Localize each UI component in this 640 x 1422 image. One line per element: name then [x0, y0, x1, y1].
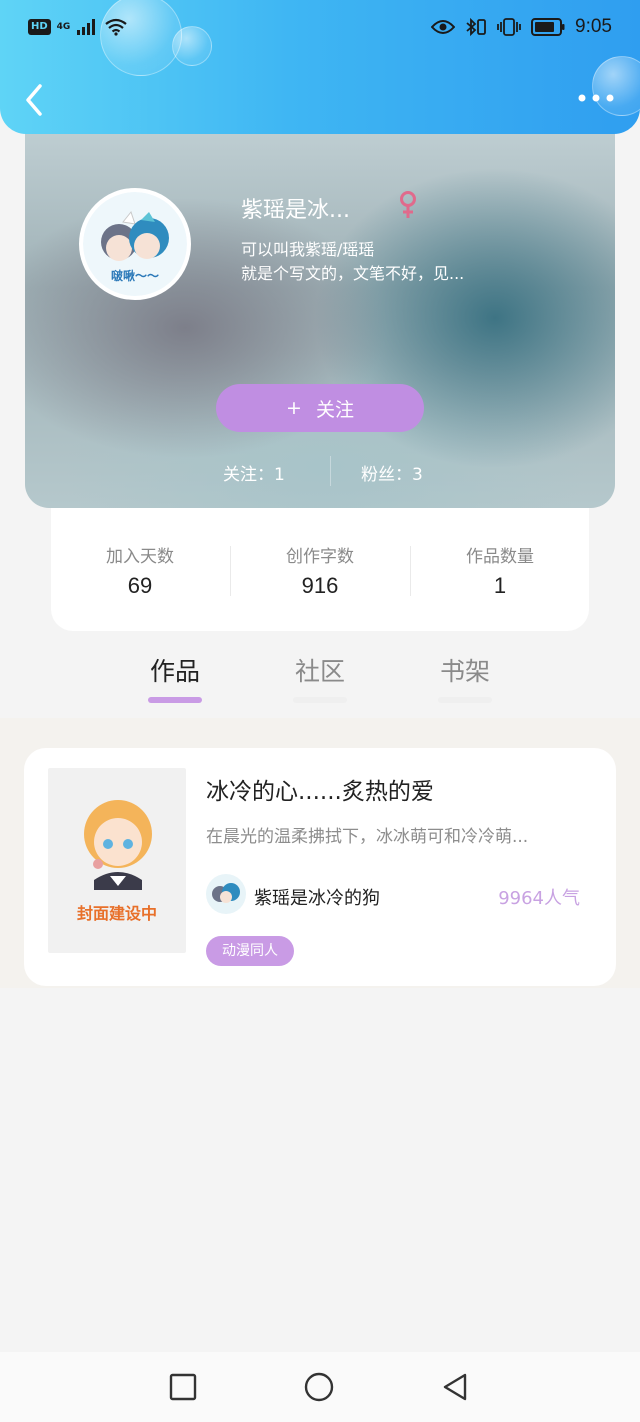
avatar[interactable]: 啵啾～～	[79, 188, 191, 300]
stats-card: 加入天数 69 创作字数 916 作品数量 1	[51, 500, 589, 631]
header: HD 4G 9:05	[0, 0, 640, 134]
bio-line-2: 就是个写文的，文笔不好，见...	[241, 264, 465, 283]
chevron-left-icon	[26, 84, 42, 116]
back-button[interactable]	[18, 80, 54, 120]
stat-work-count: 作品数量 1	[420, 542, 580, 599]
follow-stats: 关注：1 粉丝：3	[25, 456, 615, 486]
tab-bookshelf[interactable]: 书架	[425, 652, 505, 688]
stat-join-days: 加入天数 69	[60, 542, 220, 599]
username: 紫瑶是冰...	[241, 198, 350, 223]
hd-badge: HD	[28, 19, 51, 35]
system-nav-bar	[0, 1352, 640, 1422]
stat-value: 916	[301, 573, 339, 598]
category-tag[interactable]: 动漫同人	[206, 936, 294, 966]
tab-works[interactable]: 作品	[135, 652, 215, 688]
more-dots-icon	[578, 94, 614, 102]
work-summary: 在晨光的温柔拂拭下，冰冰萌可和冷冷萌...	[206, 827, 529, 847]
clock: 9:05	[575, 16, 612, 37]
cover-placeholder-text: 封面建设中	[76, 904, 157, 923]
bio: 可以叫我紫瑶/瑶瑶 就是个写文的，文笔不好，见...	[241, 238, 464, 286]
follow-button[interactable]: + 关注	[216, 384, 424, 432]
stat-word-count: 创作字数 916	[240, 542, 400, 599]
more-button[interactable]	[576, 86, 616, 110]
stat-value: 1	[493, 573, 507, 598]
stat-value: 69	[127, 573, 153, 598]
following-count[interactable]: 关注：1	[223, 460, 285, 485]
stat-label: 创作字数	[286, 547, 354, 567]
triangle-back-icon	[443, 1373, 467, 1401]
popularity: 9964人气	[498, 888, 580, 909]
plus-icon: +	[286, 397, 302, 419]
tab-indicator	[438, 697, 492, 703]
divider	[330, 456, 331, 486]
bio-line-1: 可以叫我紫瑶/瑶瑶	[241, 240, 375, 259]
stat-label: 加入天数	[106, 547, 174, 567]
status-bar: HD 4G 9:05	[0, 0, 640, 60]
vibrate-icon	[497, 18, 521, 36]
battery-icon	[531, 18, 565, 36]
wifi-icon	[105, 18, 128, 36]
avatar-caption: 啵啾～～	[110, 269, 159, 283]
work-title[interactable]: 冰冷的心......炙热的爱	[206, 772, 434, 806]
back-system-button[interactable]	[440, 1372, 470, 1402]
tab-indicator	[293, 697, 347, 703]
divider	[410, 546, 411, 596]
profile-card: 啵啾～～ 紫瑶是冰... 可以叫我紫瑶/瑶瑶 就是个写文的，文笔不好，见... …	[25, 108, 615, 508]
bluetooth-icon	[466, 17, 486, 37]
eye-icon	[431, 20, 456, 34]
fans-count[interactable]: 粉丝：3	[361, 460, 423, 485]
author-name[interactable]: 紫瑶是冰冷的狗	[254, 884, 380, 910]
follow-label: 关注	[315, 398, 354, 421]
work-card[interactable]: 封面建设中 冰冷的心......炙热的爱 在晨光的温柔拂拭下，冰冰萌可和冷冷萌.…	[24, 748, 616, 986]
tab-indicator-active	[148, 697, 202, 703]
female-icon	[397, 190, 419, 220]
square-icon	[169, 1373, 197, 1401]
author-avatar[interactable]	[206, 874, 246, 914]
network-type: 4G	[56, 22, 71, 32]
stat-label: 作品数量	[466, 547, 534, 567]
home-button[interactable]	[304, 1372, 334, 1402]
circle-icon	[304, 1372, 334, 1402]
divider	[230, 546, 231, 596]
signal-icon	[77, 19, 96, 35]
book-cover[interactable]: 封面建设中	[48, 768, 186, 953]
recent-apps-button[interactable]	[168, 1372, 198, 1402]
tab-community[interactable]: 社区	[280, 652, 360, 688]
cover-illustration	[84, 800, 152, 890]
